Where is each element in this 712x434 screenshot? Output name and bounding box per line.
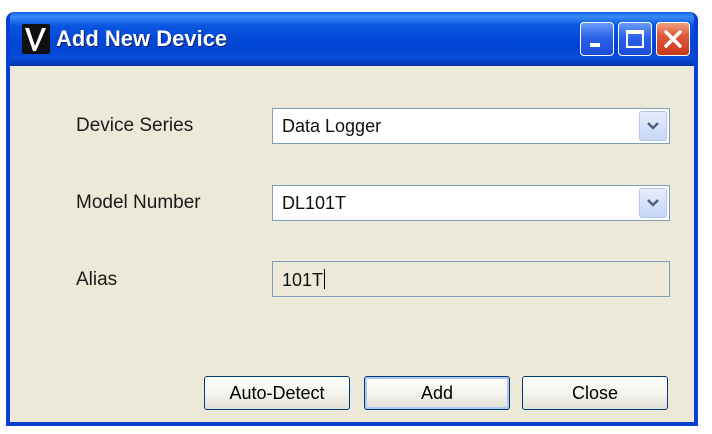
maximize-button[interactable]: [618, 22, 652, 56]
minimize-icon: [590, 43, 600, 47]
alias-label: Alias: [76, 269, 118, 290]
alias-value: 101T: [282, 269, 326, 290]
device-series-label: Device Series: [76, 115, 194, 136]
chevron-down-icon: [647, 199, 659, 207]
minimize-button[interactable]: [580, 22, 614, 56]
auto-detect-button[interactable]: Auto-Detect: [204, 376, 350, 410]
model-number-dropdown[interactable]: DL101T: [272, 185, 670, 221]
window-title: Add New Device: [56, 26, 228, 51]
alias-input[interactable]: 101T: [272, 261, 670, 297]
add-button[interactable]: Add: [364, 376, 510, 410]
device-series-value: Data Logger: [282, 116, 382, 136]
close-window-button[interactable]: [656, 22, 690, 56]
title-bar[interactable]: Add New Device: [10, 12, 694, 66]
chevron-down-icon: [647, 122, 659, 130]
model-number-dropdown-button[interactable]: [639, 188, 667, 218]
maximize-icon: [626, 30, 644, 48]
add-device-dialog: Add New Device Device Series Data Logger: [6, 12, 698, 426]
device-series-dropdown-button[interactable]: [639, 111, 667, 141]
close-icon: [664, 30, 682, 48]
model-number-value: DL101T: [282, 193, 347, 213]
text-caret: [324, 269, 326, 289]
v-logo-icon: [22, 24, 50, 54]
close-button[interactable]: Close: [522, 376, 668, 410]
device-series-dropdown[interactable]: Data Logger: [272, 108, 670, 144]
model-number-label: Model Number: [76, 192, 201, 213]
